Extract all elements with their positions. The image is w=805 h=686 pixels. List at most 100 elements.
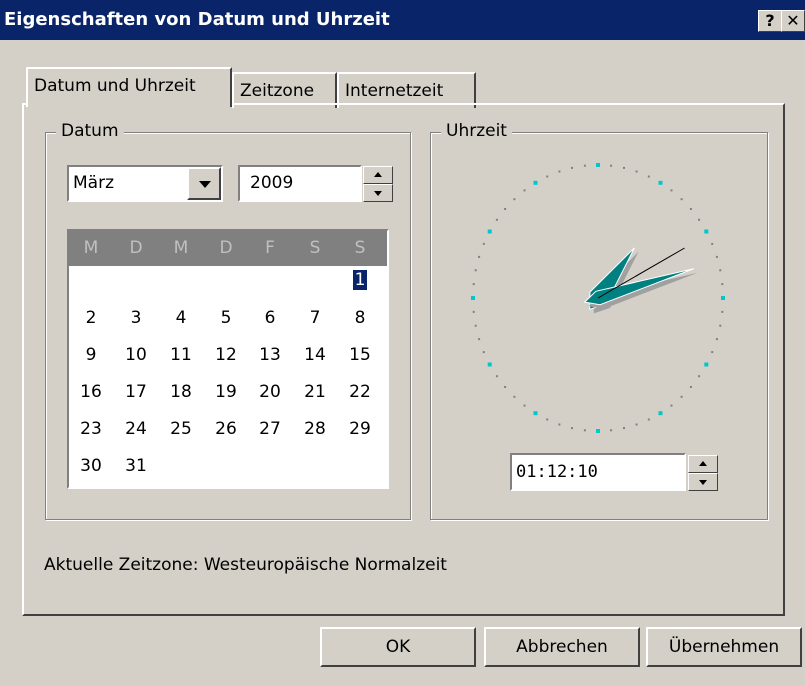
calendar-day[interactable]: 3: [116, 308, 156, 328]
calendar-day[interactable]: 19: [206, 382, 246, 402]
weekday-label: D: [129, 238, 143, 258]
calendar-day[interactable]: 30: [71, 456, 111, 476]
calendar-day-label: 22: [349, 382, 371, 402]
arrow-down-icon: [699, 480, 707, 485]
calendar-day[interactable]: 8: [340, 308, 380, 328]
ok-button[interactable]: OK: [320, 627, 476, 667]
calendar-day-label: 4: [175, 308, 187, 328]
calendar-day-label: 14: [304, 345, 326, 365]
calendar-day-label: 1: [351, 269, 369, 291]
month-value: März: [73, 173, 114, 193]
year-input[interactable]: 2009: [238, 165, 362, 202]
calendar-day[interactable]: 6: [250, 308, 290, 328]
calendar-day[interactable]: 24: [116, 419, 156, 439]
calendar-day[interactable]: 29: [340, 419, 380, 439]
calendar-day-label: 15: [349, 345, 371, 365]
calendar-day[interactable]: 5: [206, 308, 246, 328]
calendar-day[interactable]: 31: [116, 456, 156, 476]
calendar-day[interactable]: 28: [295, 419, 335, 439]
calendar-day[interactable]: 7: [295, 308, 335, 328]
calendar-day[interactable]: 14: [295, 345, 335, 365]
calendar-day[interactable]: 2: [71, 308, 111, 328]
calendar-day[interactable]: 18: [161, 382, 201, 402]
calendar-day-label: 16: [80, 382, 102, 402]
weekday-label: S: [354, 238, 366, 258]
tab-datum-uhrzeit[interactable]: Datum und Uhrzeit: [26, 67, 232, 107]
calendar-day[interactable]: 22: [340, 382, 380, 402]
time-input[interactable]: 01:12:10: [510, 453, 686, 491]
calendar-day[interactable]: 12: [206, 345, 246, 365]
calendar-day-label: 5: [220, 308, 232, 328]
datum-group-label: Datum: [56, 121, 124, 141]
calendar-day-label: 19: [215, 382, 237, 402]
calendar-day-label: 13: [259, 345, 281, 365]
month-dropdown-button[interactable]: [187, 167, 221, 200]
calendar-day[interactable]: 27: [250, 419, 290, 439]
calendar-day-label: 3: [130, 308, 142, 328]
calendar-day[interactable]: 10: [116, 345, 156, 365]
timezone-label: Aktuelle Zeitzone: Westeuropäische Norma…: [44, 555, 447, 575]
arrow-up-icon: [374, 172, 382, 177]
calendar-day-label: 26: [215, 419, 237, 439]
weekday-label: F: [265, 238, 275, 258]
year-value: 2009: [250, 173, 294, 193]
calendar-day-label: 31: [125, 456, 147, 476]
help-button[interactable]: ?: [758, 10, 782, 32]
calendar-day-label: 17: [125, 382, 147, 402]
time-up-button[interactable]: [688, 455, 718, 473]
month-select[interactable]: März: [67, 165, 223, 202]
year-spinner[interactable]: [363, 166, 393, 202]
calendar-day-label: 28: [304, 419, 326, 439]
arrow-down-icon: [374, 191, 382, 196]
time-value: 01:12:10: [516, 462, 598, 482]
calendar-day-label: 18: [170, 382, 192, 402]
weekday-label: M: [173, 238, 189, 258]
calendar-day-label: 30: [80, 456, 102, 476]
calendar[interactable]: M D M D F S S 1 2 3 4 5 6 7 8 9 10 11 12 13 14 15 16 17 1…: [67, 229, 389, 489]
calendar-header: M D M D F S S: [69, 231, 387, 266]
calendar-day[interactable]: 23: [71, 419, 111, 439]
calendar-day[interactable]: 26: [206, 419, 246, 439]
close-button[interactable]: ✕: [781, 10, 805, 32]
calendar-day[interactable]: 4: [161, 308, 201, 328]
cancel-button[interactable]: Abbrechen: [484, 627, 640, 667]
calendar-day-label: 11: [170, 345, 192, 365]
calendar-day-label: 23: [80, 419, 102, 439]
chevron-down-icon: [199, 181, 211, 188]
calendar-day[interactable]: 15: [340, 345, 380, 365]
calendar-day[interactable]: 9: [71, 345, 111, 365]
time-down-button[interactable]: [688, 473, 718, 491]
calendar-day[interactable]: 20: [250, 382, 290, 402]
calendar-day-label: 8: [354, 308, 366, 328]
calendar-day-label: 12: [215, 345, 237, 365]
calendar-day-label: 20: [259, 382, 281, 402]
calendar-day-label: 2: [85, 308, 97, 328]
calendar-day-label: 24: [125, 419, 147, 439]
calendar-day[interactable]: 1: [340, 269, 380, 291]
calendar-day[interactable]: 25: [161, 419, 201, 439]
arrow-up-icon: [699, 461, 707, 466]
calendar-day[interactable]: 17: [116, 382, 156, 402]
calendar-day[interactable]: 11: [161, 345, 201, 365]
weekday-label: M: [83, 238, 99, 258]
calendar-day[interactable]: 13: [250, 345, 290, 365]
calendar-day-label: 9: [85, 345, 97, 365]
calendar-day-label: 7: [309, 308, 321, 328]
close-icon: ✕: [786, 11, 800, 30]
year-up-button[interactable]: [363, 166, 393, 184]
calendar-day-label: 10: [125, 345, 147, 365]
uhrzeit-group-label: Uhrzeit: [441, 121, 512, 141]
apply-button[interactable]: Übernehmen: [646, 627, 802, 667]
calendar-day-label: 6: [264, 308, 276, 328]
calendar-day-label: 21: [304, 382, 326, 402]
calendar-day-label: 25: [170, 419, 192, 439]
calendar-day-label: 27: [259, 419, 281, 439]
title-bar[interactable]: Eigenschaften von Datum und Uhrzeit ? ✕: [0, 0, 805, 40]
calendar-day[interactable]: 16: [71, 382, 111, 402]
weekday-label: D: [219, 238, 233, 258]
window-title: Eigenschaften von Datum und Uhrzeit: [4, 9, 390, 30]
calendar-day-label: 29: [349, 419, 371, 439]
time-spinner[interactable]: [688, 455, 718, 491]
year-down-button[interactable]: [363, 184, 393, 202]
calendar-day[interactable]: 21: [295, 382, 335, 402]
